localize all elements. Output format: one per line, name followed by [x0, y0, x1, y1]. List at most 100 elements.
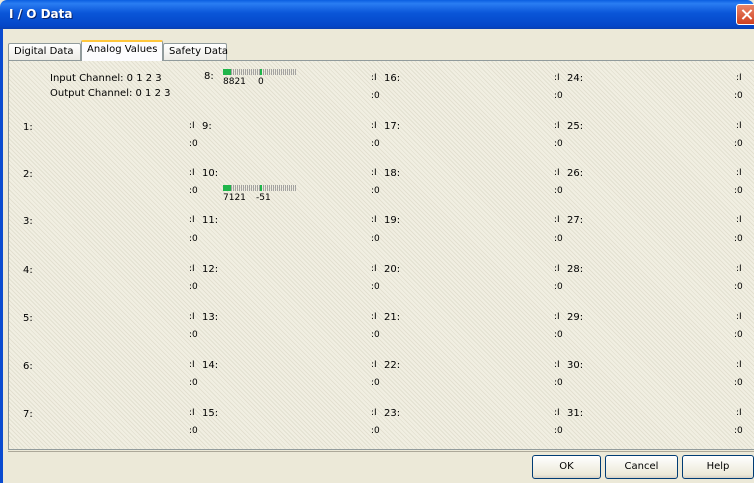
channel-13-label: 13: [202, 312, 219, 323]
channel-31-label: 31: [567, 408, 584, 419]
channel-34-zero: :0 [734, 186, 743, 196]
channel-37-zero: :0 [734, 330, 743, 340]
channel-10-io-marker: :I [189, 168, 195, 178]
tab-safety-data[interactable]: Safety Data [163, 43, 228, 60]
channel-19-zero: :0 [371, 234, 380, 244]
channel-18-zero: :0 [371, 186, 380, 196]
channel-18-label: 18: [384, 168, 401, 179]
channel-17-zero: :0 [371, 139, 380, 149]
channel-24-zero: :0 [554, 91, 563, 101]
channel-30-io-marker: :I [554, 360, 560, 370]
channel-32-zero: :0 [734, 91, 743, 101]
channel-27-io-marker: :I [554, 215, 560, 225]
channel-8-value-b: 0 [258, 77, 264, 87]
channel-26-zero: :0 [554, 186, 563, 196]
channel-21-zero: :0 [371, 330, 380, 340]
channel-34-io-marker: :I [736, 168, 742, 178]
channel-35-zero: :0 [734, 234, 743, 244]
channel-37-io-marker: :I [736, 312, 742, 322]
channel-32-io-marker: :I [736, 73, 742, 83]
channel-23-label: 23: [384, 408, 401, 419]
channel-11-zero: :0 [189, 234, 198, 244]
channel-9-zero: :0 [189, 139, 198, 149]
channel-19-label: 19: [384, 215, 401, 226]
channel-10-zero: :0 [189, 186, 198, 196]
channel-7-label: 7: [23, 409, 33, 420]
help-button[interactable]: Help [682, 455, 754, 479]
channel-3-label: 3: [23, 216, 33, 227]
channel-20-io-marker: :I [371, 264, 377, 274]
channel-36-zero: :0 [734, 282, 743, 292]
channel-39-io-marker: :I [736, 408, 742, 418]
channel-12-label: 12: [202, 264, 219, 275]
channel-2-label: 2: [23, 169, 33, 180]
analog-values-panel: Input Channel: 0 1 2 3 Output Channel: 0… [8, 60, 754, 450]
channel-20-zero: :0 [371, 282, 380, 292]
channel-35-io-marker: :I [736, 215, 742, 225]
channel-26-label: 26: [567, 168, 584, 179]
tab-analog-values[interactable]: Analog Values [81, 40, 163, 61]
channel-16-io-marker: :I [371, 73, 377, 83]
ok-button[interactable]: OK [532, 455, 601, 479]
close-icon[interactable] [736, 4, 754, 25]
channel-24-label: 24: [567, 73, 584, 84]
channel-15-io-marker: :I [189, 408, 195, 418]
channel-29-io-marker: :I [554, 312, 560, 322]
channel-5-label: 5: [23, 313, 33, 324]
channel-29-zero: :0 [554, 330, 563, 340]
tab-digital-data[interactable]: Digital Data [8, 43, 81, 60]
channel-36-io-marker: :I [736, 264, 742, 274]
channel-10-value-b: -51 [256, 193, 271, 203]
channel-25-io-marker: :I [554, 121, 560, 131]
channel-25-zero: :0 [554, 139, 563, 149]
channel-12-zero: :0 [189, 282, 198, 292]
channel-39-zero: :0 [734, 426, 743, 436]
title-bar[interactable]: I / O Data [0, 0, 754, 29]
channel-22-zero: :0 [371, 378, 380, 388]
channel-31-zero: :0 [554, 426, 563, 436]
channel-26-io-marker: :I [554, 168, 560, 178]
channel-30-zero: :0 [554, 378, 563, 388]
channel-17-label: 17: [384, 121, 401, 132]
channel-38-io-marker: :I [736, 360, 742, 370]
channel-10-level-bar [223, 185, 296, 191]
channel-27-zero: :0 [554, 234, 563, 244]
output-channel-legend: Output Channel: 0 1 2 3 [50, 88, 171, 99]
channel-9-io-marker: :I [189, 121, 195, 131]
channel-20-label: 20: [384, 264, 401, 275]
channel-4-label: 4: [23, 265, 33, 276]
channel-22-label: 22: [384, 360, 401, 371]
button-separator [8, 451, 754, 452]
channel-23-io-marker: :I [371, 408, 377, 418]
channel-24-io-marker: :I [554, 73, 560, 83]
channel-15-label: 15: [202, 408, 219, 419]
channel-30-label: 30: [567, 360, 584, 371]
channel-13-io-marker: :I [189, 312, 195, 322]
input-channel-legend: Input Channel: 0 1 2 3 [50, 73, 162, 84]
window-title: I / O Data [9, 7, 73, 21]
channel-16-label: 16: [384, 73, 401, 84]
channel-8-level-bar [223, 69, 296, 75]
channel-6-label: 6: [23, 361, 33, 372]
channel-28-label: 28: [567, 264, 584, 275]
channel-15-zero: :0 [189, 426, 198, 436]
channel-16-zero: :0 [371, 91, 380, 101]
channel-1-label: 1: [23, 122, 33, 133]
channel-21-label: 21: [384, 312, 401, 323]
channel-31-io-marker: :I [554, 408, 560, 418]
channel-27-label: 27: [567, 215, 584, 226]
window-frame [0, 29, 3, 483]
channel-17-io-marker: :I [371, 121, 377, 131]
channel-9-label: 9: [202, 121, 212, 132]
channel-10-label: 10: [202, 168, 219, 179]
channel-8-value-a: 8821 [223, 77, 246, 87]
channel-22-io-marker: :I [371, 360, 377, 370]
channel-23-zero: :0 [371, 426, 380, 436]
channel-29-label: 29: [567, 312, 584, 323]
channel-11-label: 11: [202, 215, 219, 226]
channel-13-zero: :0 [189, 330, 198, 340]
channel-11-io-marker: :I [189, 215, 195, 225]
channel-38-zero: :0 [734, 378, 743, 388]
cancel-button[interactable]: Cancel [605, 455, 678, 479]
channel-21-io-marker: :I [371, 312, 377, 322]
